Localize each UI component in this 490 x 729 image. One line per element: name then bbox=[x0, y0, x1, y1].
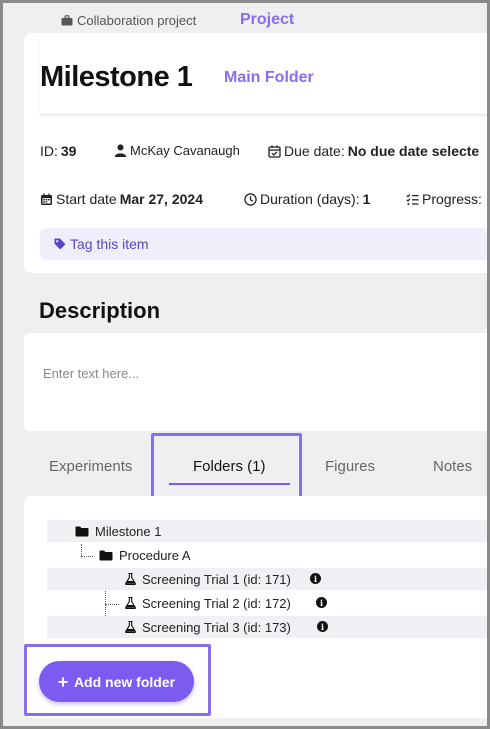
breadcrumb-label: Collaboration project bbox=[77, 13, 197, 28]
start-label: Start date bbox=[56, 191, 117, 207]
duration-value: 1 bbox=[362, 191, 371, 207]
briefcase-icon bbox=[61, 15, 73, 26]
clock-icon bbox=[244, 192, 257, 206]
owner-name: McKay Cavanaugh bbox=[130, 143, 240, 158]
due-date[interactable]: Due date: No due date selecte bbox=[268, 143, 479, 159]
tree-node-label: Procedure A bbox=[119, 547, 191, 563]
item-id: ID: 39 bbox=[40, 143, 76, 159]
info-icon[interactable]: i bbox=[310, 573, 321, 584]
folder-icon bbox=[75, 526, 89, 536]
progress-label: Progress: bbox=[422, 191, 482, 207]
flask-icon bbox=[125, 621, 136, 633]
info-icon[interactable]: i bbox=[317, 621, 328, 632]
breadcrumb[interactable]: Collaboration project bbox=[61, 13, 196, 28]
button-highlight-box bbox=[24, 644, 211, 716]
duration[interactable]: Duration (days): 1 bbox=[244, 191, 370, 207]
tree-node-label: Screening Trial 1 (id: 171) bbox=[142, 571, 291, 587]
tree-node-milestone[interactable]: Milestone 1 bbox=[47, 520, 487, 542]
info-icon[interactable]: i bbox=[316, 597, 327, 608]
tree-node-trial[interactable]: Screening Trial 2 (id: 172) bbox=[47, 592, 487, 614]
tree-node-label: Screening Trial 3 (id: 173) bbox=[142, 619, 291, 635]
tree-node-trial[interactable]: Screening Trial 3 (id: 173) bbox=[47, 616, 487, 638]
tab-figures[interactable]: Figures bbox=[325, 458, 375, 475]
tag-item-bar[interactable]: Tag this item bbox=[40, 228, 487, 260]
description-placeholder: Enter text here... bbox=[43, 366, 140, 381]
project-label[interactable]: Project bbox=[240, 11, 294, 29]
description-editor[interactable]: Enter text here... bbox=[24, 333, 487, 431]
top-bar: Collaboration project Project bbox=[3, 3, 487, 33]
tree-node-label: Screening Trial 2 (id: 172) bbox=[142, 595, 291, 611]
duration-label: Duration (days): bbox=[260, 191, 360, 207]
item-details-card: Milestone 1 Main Folder ID: 39 McKay Cav… bbox=[24, 33, 487, 273]
user-icon bbox=[114, 144, 127, 157]
tab-notes[interactable]: Notes bbox=[433, 458, 472, 475]
flask-icon bbox=[125, 597, 136, 609]
folder-icon bbox=[99, 550, 113, 560]
tag-label: Tag this item bbox=[70, 236, 149, 252]
start-date[interactable]: Start date Mar 27, 2024 bbox=[40, 191, 203, 207]
owner[interactable]: McKay Cavanaugh bbox=[114, 143, 240, 158]
title-row: Milestone 1 Main Folder bbox=[40, 33, 487, 115]
folder-link[interactable]: Main Folder bbox=[224, 69, 314, 87]
id-value: 39 bbox=[60, 143, 77, 159]
app-frame: Collaboration project Project Milestone … bbox=[3, 3, 487, 726]
page-title: Milestone 1 bbox=[40, 61, 193, 93]
tree-node-folder[interactable]: Procedure A bbox=[47, 544, 487, 566]
start-value: Mar 27, 2024 bbox=[119, 191, 203, 207]
tab-experiments[interactable]: Experiments bbox=[49, 458, 132, 475]
progress[interactable]: Progress: bbox=[406, 191, 482, 207]
calendar-icon bbox=[41, 193, 52, 205]
tag-icon bbox=[54, 238, 66, 250]
description-heading: Description bbox=[39, 298, 161, 323]
calendar-check-icon bbox=[268, 145, 281, 158]
due-label: Due date: bbox=[284, 143, 345, 159]
tree-node-trial[interactable]: Screening Trial 1 (id: 171) bbox=[47, 568, 487, 590]
list-check-icon bbox=[406, 193, 419, 205]
tree-node-label: Milestone 1 bbox=[95, 523, 162, 539]
due-value: No due date selecte bbox=[347, 143, 480, 159]
flask-icon bbox=[125, 573, 136, 585]
id-label: ID: bbox=[40, 143, 58, 159]
